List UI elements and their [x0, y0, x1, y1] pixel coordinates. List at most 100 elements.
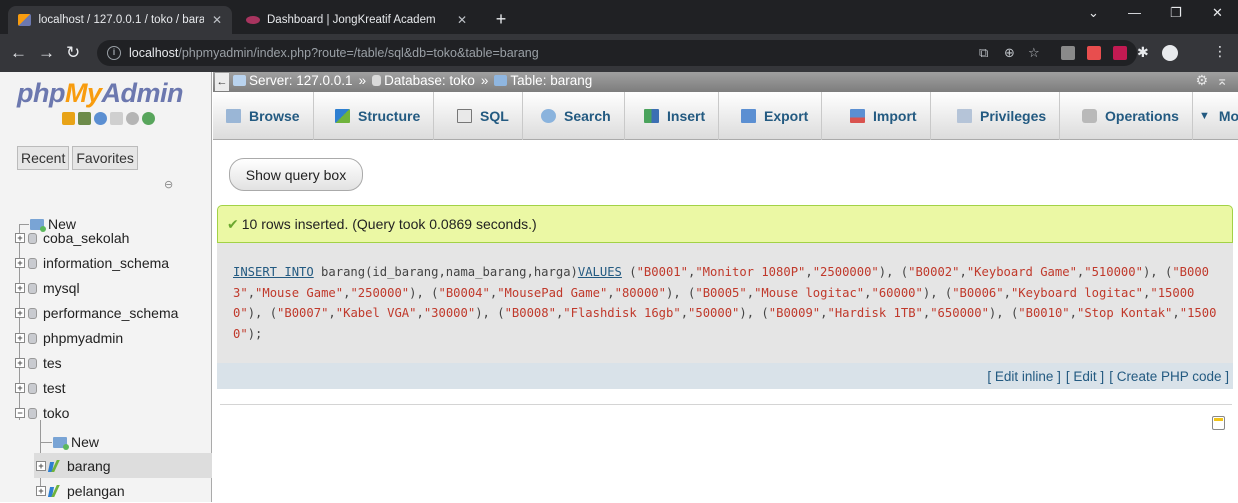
reload-nav-icon[interactable]	[142, 112, 155, 125]
show-query-box-button[interactable]: Show query box	[229, 158, 363, 191]
extension-icon[interactable]	[1061, 46, 1075, 60]
expand-icon[interactable]: +	[15, 358, 25, 368]
tree-db-toko[interactable]: − toko	[15, 401, 69, 425]
phpmyadmin-logo[interactable]: phpMyAdmin	[17, 78, 183, 109]
tree-db-test[interactable]: + test	[15, 376, 66, 400]
edit-link[interactable]: [ Edit ]	[1066, 369, 1104, 384]
tab-search[interactable]: Search	[528, 92, 625, 140]
success-text: 10 rows inserted. (Query took 0.0869 sec…	[241, 216, 537, 232]
tab-structure[interactable]: Structure	[322, 92, 435, 140]
tab-label: Mo	[1218, 108, 1238, 124]
tree-db-information-schema[interactable]: + information_schema	[15, 251, 169, 275]
expand-icon[interactable]: +	[15, 383, 25, 393]
link-unlink-icon[interactable]: ⊖	[164, 178, 173, 191]
page-settings-gear-icon[interactable]: ⚙	[1195, 72, 1208, 89]
expand-icon[interactable]: +	[15, 308, 25, 318]
tab-phpmyadmin[interactable]: localhost / 127.0.0.1 / toko / bara ✕	[8, 6, 232, 34]
profile-avatar[interactable]	[1162, 45, 1178, 61]
sql-keyword-insert[interactable]: INSERT INTO	[233, 265, 314, 279]
tree-db-phpmyadmin[interactable]: + phpmyadmin	[15, 326, 123, 350]
breadcrumb-bar: Server: 127.0.0.1 » Database: toko » Tab…	[213, 72, 1238, 92]
extensions-puzzle-icon[interactable]: ✱	[1137, 44, 1149, 61]
close-tab-icon[interactable]: ✕	[457, 13, 467, 27]
tree-toko-new-table[interactable]: New	[53, 430, 99, 454]
tree-db-mysql[interactable]: + mysql	[15, 276, 80, 300]
docs-icon[interactable]	[110, 112, 123, 125]
tab-label: Search	[564, 108, 611, 124]
expand-icon[interactable]: +	[15, 258, 25, 268]
translate-icon[interactable]: ⧉	[979, 45, 988, 61]
tab-privileges[interactable]: Privileges	[944, 92, 1061, 140]
new-tab-button[interactable]: +	[488, 7, 514, 31]
insert-icon	[644, 109, 659, 123]
site-info-icon[interactable]: i	[107, 46, 121, 60]
database-icon	[28, 332, 37, 344]
sql-string-value: "Flashdisk 16gb"	[563, 306, 681, 320]
logout-icon[interactable]	[78, 112, 91, 125]
settings-gear-icon[interactable]	[126, 112, 139, 125]
tab-title: localhost / 127.0.0.1 / toko / bara	[38, 14, 204, 26]
tree-line	[40, 442, 52, 443]
expand-icon[interactable]: +	[36, 461, 46, 471]
back-button[interactable]: ←	[10, 43, 27, 63]
expand-icon[interactable]: +	[15, 283, 25, 293]
sql-string-value: "B0009"	[768, 306, 821, 320]
privileges-icon	[957, 109, 972, 123]
sql-string-value: "MousePad Game"	[497, 285, 608, 300]
minimize-button[interactable]: —	[1128, 5, 1141, 20]
tab-dashboard[interactable]: Dashboard | JongKreatif Academ ✕	[236, 6, 482, 34]
database-icon	[28, 357, 37, 369]
breadcrumb-table[interactable]: Table: barang	[510, 73, 592, 88]
expand-icon[interactable]: +	[36, 486, 46, 496]
console-icon[interactable]	[1212, 416, 1225, 430]
collapse-top-icon[interactable]: ⌅	[1216, 72, 1228, 89]
expand-icon[interactable]: +	[15, 233, 25, 243]
sql-string-value: "Keyboard Game"	[966, 265, 1077, 279]
tab-more[interactable]: ▼ Mo	[1189, 92, 1238, 140]
tree-label: mysql	[43, 280, 80, 296]
collapse-nav-button[interactable]: ←	[215, 73, 229, 91]
sql-string-value: "Mouse logitac"	[754, 285, 865, 300]
tab-operations[interactable]: Operations	[1069, 92, 1193, 140]
tree-table-barang[interactable]: + barang	[36, 454, 111, 478]
zoom-icon[interactable]: ⊕	[1004, 45, 1015, 61]
collapse-icon[interactable]: −	[15, 408, 25, 418]
close-window-button[interactable]: ✕	[1212, 5, 1223, 21]
extension-icon[interactable]	[1113, 46, 1127, 60]
tab-sql[interactable]: SQL	[444, 92, 523, 140]
close-tab-icon[interactable]: ✕	[212, 13, 222, 27]
sql-string-value: "B0001"	[636, 265, 688, 279]
bookmark-star-icon[interactable]: ☆	[1028, 45, 1040, 61]
browser-menu-icon[interactable]: ⋮	[1213, 43, 1227, 60]
home-icon[interactable]	[62, 112, 75, 125]
reload-button[interactable]: ↻	[66, 43, 80, 63]
tab-export[interactable]: Export	[728, 92, 823, 140]
tab-insert[interactable]: Insert	[631, 92, 720, 140]
sql-string-value: "Keyboard logitac"	[1010, 285, 1144, 300]
quick-links	[62, 112, 155, 125]
help-icon[interactable]	[94, 112, 107, 125]
tree-db-coba-sekolah[interactable]: + coba_sekolah	[15, 226, 129, 250]
tab-import[interactable]: Import	[837, 92, 931, 140]
tab-favorites[interactable]: Favorites	[72, 146, 138, 170]
tree-db-performance-schema[interactable]: + performance_schema	[15, 301, 178, 325]
restore-button[interactable]: ❐	[1170, 5, 1182, 21]
tab-recent[interactable]: Recent	[17, 146, 70, 170]
logo-my: My	[64, 78, 102, 108]
edit-inline-link[interactable]: [ Edit inline ]	[987, 369, 1061, 384]
forward-button[interactable]: →	[38, 43, 55, 63]
sql-string-value: "B0006"	[952, 285, 1004, 300]
create-php-code-link[interactable]: [ Create PHP code ]	[1109, 369, 1229, 384]
chevron-down-icon: ▼	[1199, 110, 1210, 122]
sql-keyword-values[interactable]: VALUES	[578, 265, 622, 279]
tree-table-pelangan[interactable]: + pelangan	[36, 479, 125, 503]
tab-search-icon[interactable]: ⌄	[1088, 5, 1099, 21]
expand-icon[interactable]: +	[15, 333, 25, 343]
breadcrumb-database[interactable]: Database: toko	[384, 73, 475, 88]
extension-icon[interactable]	[1087, 46, 1101, 60]
tree-db-tes[interactable]: + tes	[15, 351, 62, 375]
sql-query-display: INSERT INTO barang(id_barang,nama_barang…	[217, 243, 1233, 363]
breadcrumb-server[interactable]: Server: 127.0.0.1	[249, 73, 353, 88]
database-icon	[28, 282, 37, 294]
tab-browse[interactable]: Browse	[213, 92, 314, 140]
